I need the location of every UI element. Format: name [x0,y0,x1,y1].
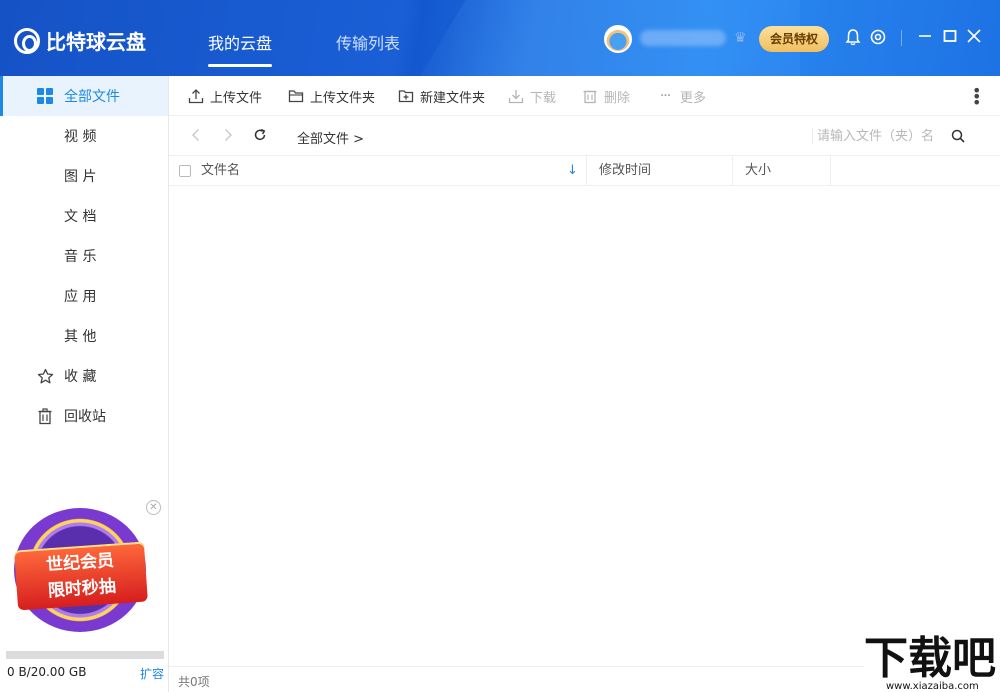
vip-privilege-button[interactable]: 会员特权 [759,26,829,52]
sidebar-item-label: 视 频 [64,129,97,145]
column-filename[interactable]: 文件名 [201,156,240,186]
file-table-header: 文件名 ↓ 修改时间 大小 [169,156,1000,186]
sidebar-item-label: 文 档 [64,209,97,225]
sidebar-item-label: 其 他 [64,329,97,345]
sidebar-item-documents[interactable]: 文 档 [0,196,168,236]
back-arrow-icon[interactable] [191,128,201,146]
header-divider [901,30,902,46]
path-bar: 全部文件 > [169,116,1000,156]
sidebar: 全部文件 视 频 图 片 文 档 音 乐 应 用 其 他 收 藏 回收站 世纪会… [0,76,169,692]
sidebar-item-apps[interactable]: 应 用 [0,276,168,316]
storage-usage-text: 0 B/20.00 GB [7,665,87,679]
column-size[interactable]: 大小 [745,156,771,186]
watermark-url: www.xiazaiba.com [886,681,979,692]
upload-folder-label: 上传文件夹 [310,90,376,106]
delete-button[interactable]: 删除 [582,76,630,116]
promo-banner[interactable]: 世纪会员 限时秒抽 [14,541,148,611]
new-folder-label: 新建文件夹 [420,90,486,106]
minimize-icon[interactable] [918,28,932,48]
sidebar-item-favorites[interactable]: 收 藏 [0,356,168,396]
toolbar: 上传文件 上传文件夹 新建文件夹 下载 删除 ··· 更多 • • • [169,76,1000,116]
close-icon[interactable] [967,28,981,48]
select-all-checkbox[interactable] [179,165,191,177]
username-blurred[interactable] [640,30,726,46]
grid-icon [36,87,54,105]
sort-arrow-icon[interactable]: ↓ [567,156,578,186]
title-bar: 比特球云盘 我的云盘 传输列表 ♛ 会员特权 [0,0,1000,76]
main-panel: 上传文件 上传文件夹 新建文件夹 下载 删除 ··· 更多 • • • 全部文件… [169,76,1000,692]
search-icon[interactable] [951,129,965,143]
breadcrumb[interactable]: 全部文件 > [297,128,364,147]
upload-folder-button[interactable]: 上传文件夹 [288,76,375,116]
forward-arrow-icon[interactable] [223,128,233,146]
watermark-title: 下载吧 [864,633,996,684]
column-divider[interactable] [830,156,831,186]
watermark-logo: 下载吧 www.xiazaiba.com [864,635,1000,692]
maximize-icon[interactable] [943,28,957,48]
refresh-icon[interactable] [253,128,267,146]
more-label: 更多 [680,90,707,106]
sidebar-item-label: 收 藏 [64,369,97,385]
kebab-menu-icon[interactable]: • • • [972,83,981,111]
crown-icon: ♛ [734,30,747,46]
column-divider[interactable] [586,156,587,186]
sidebar-item-label: 全部文件 [64,89,120,105]
trash-icon [582,88,598,104]
item-count: 共0项 [178,675,210,689]
sidebar-item-label: 回收站 [64,409,106,425]
new-folder-button[interactable]: 新建文件夹 [398,76,485,116]
delete-label: 删除 [604,90,631,106]
sidebar-item-music[interactable]: 音 乐 [0,236,168,276]
sidebar-item-recycle-bin[interactable]: 回收站 [0,396,168,436]
download-label: 下载 [530,90,557,106]
settings-icon[interactable] [869,28,887,51]
promo-close-icon[interactable]: ✕ [146,500,161,515]
sidebar-item-all-files[interactable]: 全部文件 [0,76,168,116]
download-icon [508,88,524,104]
download-button[interactable]: 下载 [508,76,556,116]
ellipsis-icon: ··· [659,88,671,104]
search-input[interactable] [817,124,935,148]
sidebar-item-images[interactable]: 图 片 [0,156,168,196]
tab-transfer-list[interactable]: 传输列表 [336,30,400,54]
avatar[interactable] [604,25,632,53]
expand-storage-link[interactable]: 扩容 [140,665,164,682]
app-name: 比特球云盘 [46,30,146,54]
sidebar-item-label: 应 用 [64,289,97,305]
sidebar-item-other[interactable]: 其 他 [0,316,168,356]
bell-icon[interactable] [845,28,861,51]
column-divider[interactable] [732,156,733,186]
new-folder-icon [398,88,414,104]
more-button[interactable]: ··· 更多 [656,76,706,116]
tab-my-cloud[interactable]: 我的云盘 [208,30,273,67]
search-divider [812,128,813,144]
app-logo: 比特球云盘 [14,26,146,55]
logo-icon [14,27,40,54]
storage-progress-bar [6,651,164,659]
sidebar-item-label: 音 乐 [64,249,97,265]
folder-icon [288,88,304,104]
sidebar-item-label: 图 片 [64,169,97,185]
star-icon [36,367,54,385]
upload-icon [188,88,204,104]
sidebar-item-video[interactable]: 视 频 [0,116,168,156]
upload-file-label: 上传文件 [210,90,263,106]
trash-icon [36,407,54,425]
upload-file-button[interactable]: 上传文件 [188,76,262,116]
column-modified-time[interactable]: 修改时间 [599,156,651,186]
